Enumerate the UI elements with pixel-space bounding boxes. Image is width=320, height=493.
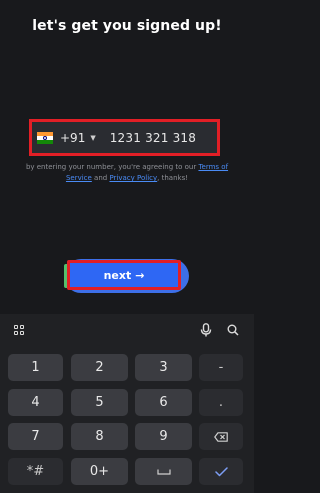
next-button-container[interactable]: next →: [64, 259, 189, 293]
grid-icon[interactable]: [14, 325, 24, 335]
key-6[interactable]: 6: [135, 389, 192, 416]
terms-middle: and: [91, 174, 110, 182]
key-dash[interactable]: -: [199, 354, 243, 381]
keyboard-toolbar: [0, 314, 254, 346]
enter-key[interactable]: [199, 458, 243, 485]
checkmark-icon: [214, 466, 228, 476]
space-icon: [156, 469, 171, 475]
key-4[interactable]: 4: [8, 389, 63, 416]
next-button-label: next: [103, 268, 132, 282]
key-8[interactable]: 8: [71, 423, 128, 450]
chevron-down-icon[interactable]: ▼: [90, 134, 95, 142]
page-title: let's get you signed up!: [32, 18, 222, 34]
phone-number-input[interactable]: 1231 321 318: [110, 131, 196, 145]
key-5[interactable]: 5: [71, 389, 128, 416]
india-flag-icon[interactable]: [37, 131, 53, 144]
key-1[interactable]: 1: [8, 354, 63, 381]
backspace-key[interactable]: [199, 423, 243, 450]
numeric-keyboard: 1 2 3 - 4 5 6 . 7 8 9 *# 0+: [0, 314, 254, 493]
search-icon[interactable]: [227, 324, 239, 336]
key-9[interactable]: 9: [135, 423, 192, 450]
space-key[interactable]: [135, 458, 192, 485]
key-star-hash[interactable]: *#: [8, 458, 63, 485]
country-code-selector[interactable]: +91: [60, 131, 85, 145]
mic-icon[interactable]: [200, 323, 212, 337]
key-0[interactable]: 0+: [71, 458, 128, 485]
privacy-policy-link[interactable]: Privacy Policy: [109, 174, 157, 182]
phone-input-row[interactable]: +91 ▼ 1231 321 318: [29, 119, 220, 156]
key-2[interactable]: 2: [71, 354, 128, 381]
key-7[interactable]: 7: [8, 423, 63, 450]
arrow-right-icon: →: [135, 268, 145, 282]
terms-suffix: , thanks!: [157, 174, 189, 182]
key-dot[interactable]: .: [199, 389, 243, 416]
backspace-icon: [214, 431, 228, 442]
next-button[interactable]: next →: [67, 260, 181, 290]
terms-prefix: by entering your number, you're agreeing…: [25, 163, 199, 171]
terms-notice: by entering your number, you're agreeing…: [24, 162, 230, 184]
key-3[interactable]: 3: [135, 354, 192, 381]
